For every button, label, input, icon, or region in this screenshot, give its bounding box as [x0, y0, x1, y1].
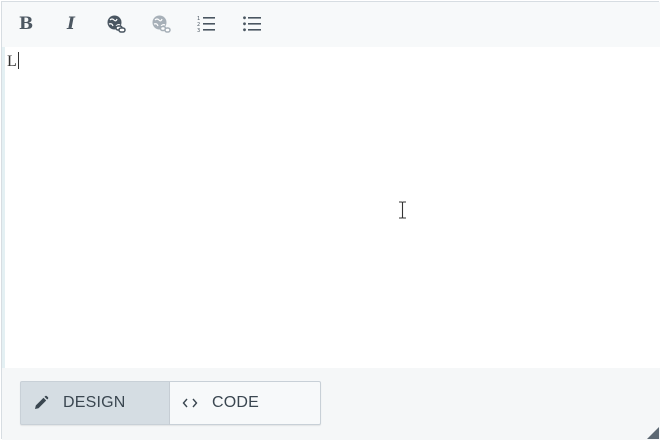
- unordered-list-icon: [243, 16, 261, 32]
- globe-unlink-icon: [152, 15, 171, 33]
- design-mode-button[interactable]: DESIGN: [20, 381, 170, 425]
- ordered-list-icon: 1 2 3: [197, 16, 215, 34]
- insert-link-button[interactable]: [102, 11, 130, 37]
- remove-link-button[interactable]: [147, 11, 175, 37]
- ibeam-cursor-icon: [399, 201, 406, 219]
- italic-button[interactable]: I: [57, 11, 85, 37]
- rich-text-editor: B I 1 2 3 L DESIGN CODE: [1, 1, 660, 440]
- bold-icon: B: [18, 14, 34, 34]
- resize-grip-icon[interactable]: [647, 427, 659, 439]
- text-caret: [17, 52, 19, 69]
- code-mode-button[interactable]: CODE: [170, 381, 321, 425]
- editor-text: L: [7, 52, 19, 71]
- editor-text-value: L: [7, 53, 17, 70]
- editor-content-area[interactable]: L: [2, 47, 660, 368]
- svg-text:3: 3: [197, 28, 200, 34]
- ordered-list-button[interactable]: 1 2 3: [192, 11, 220, 37]
- code-brackets-icon: [181, 394, 199, 412]
- globe-link-icon: [107, 15, 126, 33]
- code-mode-label: CODE: [212, 394, 260, 411]
- pencil-icon: [32, 394, 50, 412]
- editor-toolbar: B I 1 2 3: [2, 2, 660, 48]
- unordered-list-button[interactable]: [238, 11, 266, 37]
- design-mode-label: DESIGN: [63, 394, 126, 411]
- bold-button[interactable]: B: [12, 11, 40, 37]
- editor-footer: DESIGN CODE: [2, 368, 660, 440]
- italic-icon: I: [67, 14, 75, 34]
